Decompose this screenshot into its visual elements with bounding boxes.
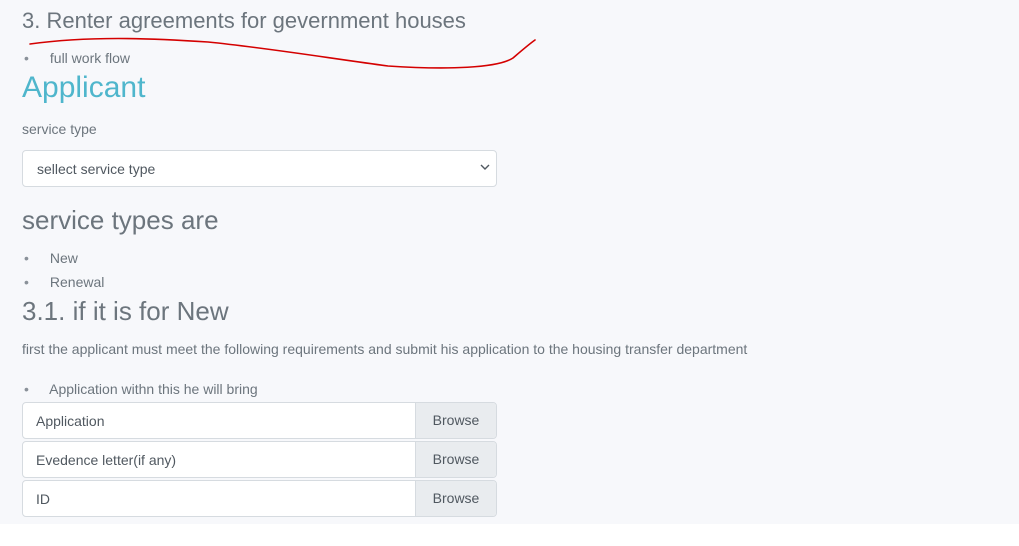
service-type-select-value: sellect service type bbox=[37, 161, 156, 177]
chevron-down-icon bbox=[480, 162, 490, 174]
file-input-application[interactable]: Application Browse bbox=[22, 402, 497, 439]
section-title: 3. Renter agreements for gevernment hous… bbox=[22, 8, 466, 33]
service-types-heading: service types are bbox=[22, 205, 219, 235]
service-type-label: service type bbox=[22, 121, 97, 137]
bullet-application: Application withn this he will bring bbox=[22, 381, 258, 397]
new-section-heading: 3.1. if it is for New bbox=[22, 296, 229, 326]
browse-button[interactable]: Browse bbox=[415, 481, 496, 516]
content-panel: 3. Renter agreements for gevernment hous… bbox=[0, 0, 1019, 524]
file-input-label: Evedence letter(if any) bbox=[36, 452, 177, 468]
service-type-select[interactable]: sellect service type bbox=[22, 150, 497, 187]
list-item: New bbox=[22, 250, 78, 266]
file-input-label: Application bbox=[36, 413, 105, 429]
file-input-id[interactable]: ID Browse bbox=[22, 480, 497, 517]
file-input-evidence-letter[interactable]: Evedence letter(if any) Browse bbox=[22, 441, 497, 478]
bullet-full-work-flow: full work flow bbox=[22, 50, 130, 66]
list-item: Renewal bbox=[22, 274, 104, 290]
applicant-heading: Applicant bbox=[22, 71, 146, 104]
file-input-label: ID bbox=[36, 491, 50, 507]
browse-button[interactable]: Browse bbox=[415, 442, 496, 477]
browse-button[interactable]: Browse bbox=[415, 403, 496, 438]
requirements-paragraph: first the applicant must meet the follow… bbox=[22, 341, 748, 357]
